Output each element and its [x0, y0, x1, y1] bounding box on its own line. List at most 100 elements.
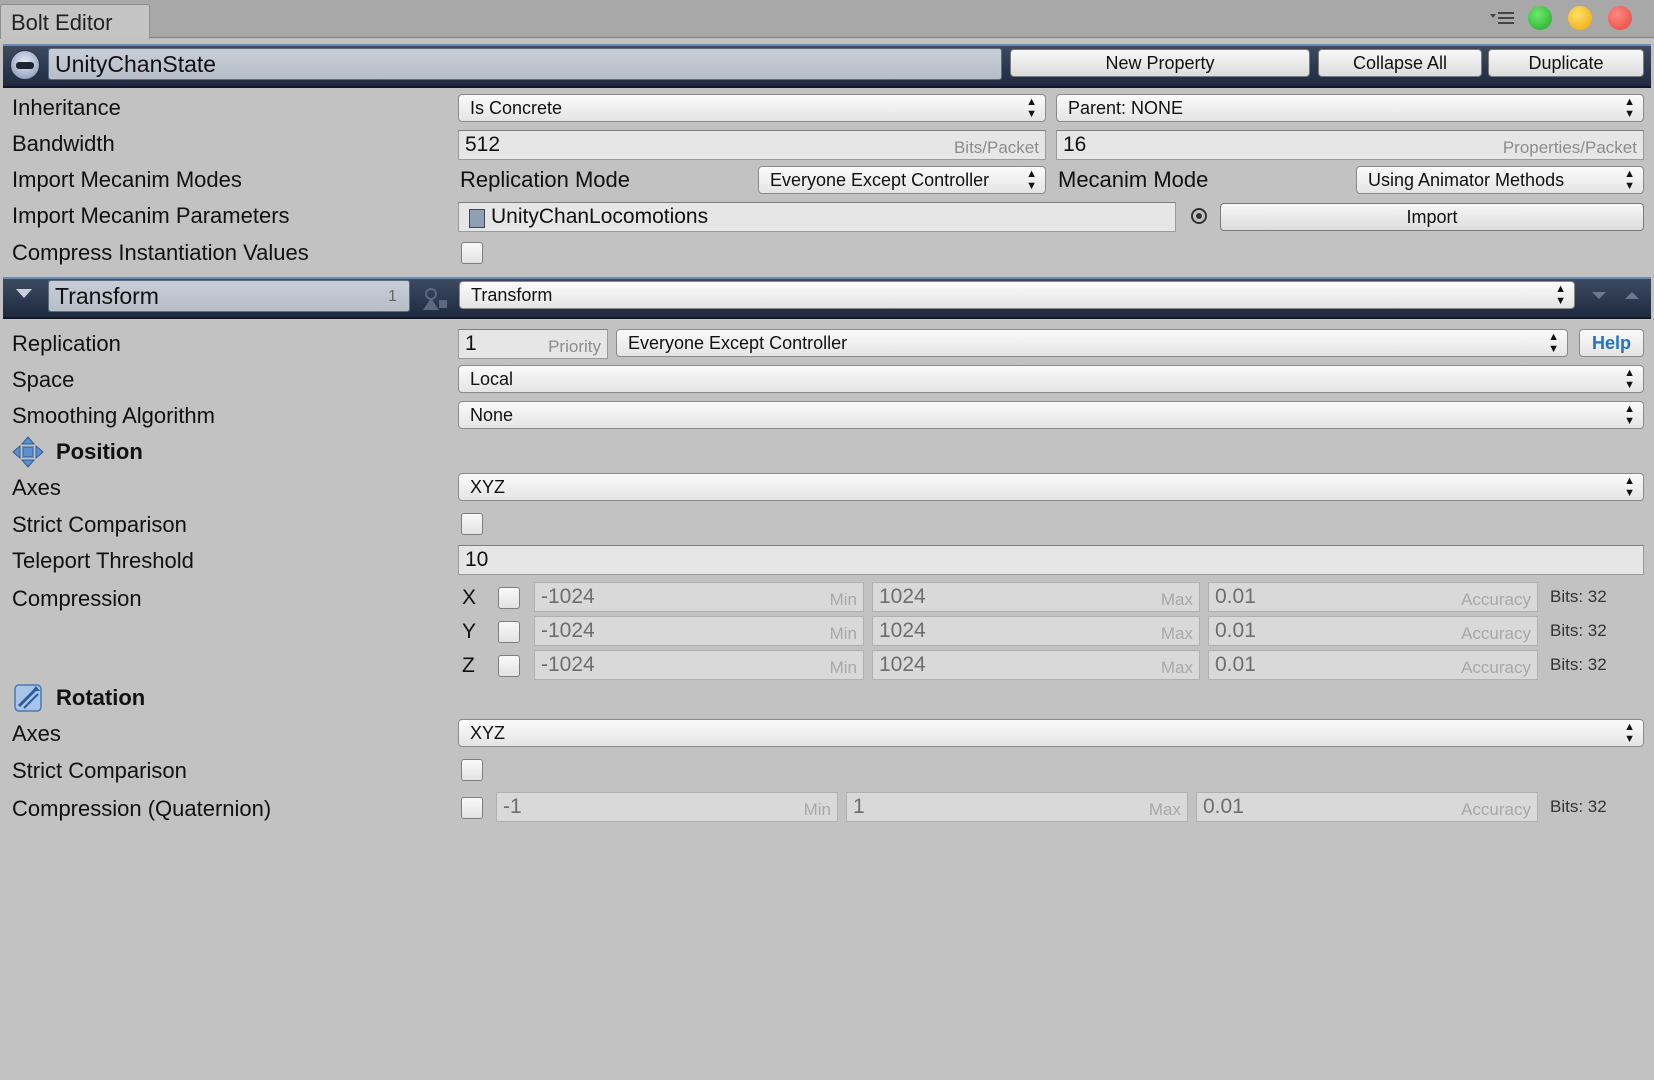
- window-titlebar: [0, 0, 1654, 38]
- position-axes-value: XYZ: [470, 477, 506, 497]
- smoothing-algorithm-dropdown[interactable]: None ▲ ▼: [458, 401, 1644, 429]
- position-compression-label: Compression: [12, 586, 142, 611]
- compress-instantiation-checkbox[interactable]: [461, 242, 483, 264]
- position-axes-dropdown[interactable]: XYZ ▲ ▼: [458, 473, 1644, 501]
- axis-z-bits: Bits: 32: [1550, 655, 1607, 674]
- max-hint: Max: [1160, 658, 1193, 677]
- rotation-axes-dropdown[interactable]: XYZ ▲ ▼: [458, 719, 1644, 747]
- quaternion-min-field[interactable]: -1 Min: [496, 792, 838, 822]
- axis-z-compression-checkbox[interactable]: [498, 655, 520, 677]
- bits-per-packet-hint: Bits/Packet: [953, 138, 1039, 157]
- bits-per-packet-value: 512: [465, 133, 501, 156]
- inheritance-mode-value: Is Concrete: [470, 98, 563, 118]
- rotation-axes-value: XYZ: [470, 723, 506, 743]
- state-name-field[interactable]: UnityChanState: [48, 48, 1002, 80]
- priority-field[interactable]: 1 Priority: [458, 329, 608, 359]
- parent-dropdown[interactable]: Parent: NONE ▲ ▼: [1056, 94, 1644, 122]
- axis-y-compression-checkbox[interactable]: [498, 621, 520, 643]
- inheritance-mode-dropdown[interactable]: Is Concrete ▲ ▼: [458, 94, 1046, 122]
- axis-y-label: Y: [462, 620, 477, 643]
- replication-mode-value: Everyone Except Controller: [770, 170, 990, 190]
- axis-y-max-field[interactable]: 1024 Max: [872, 616, 1200, 646]
- dropdown-arrows-icon: ▲ ▼: [1624, 168, 1635, 192]
- rotation-strict-comparison-label: Strict Comparison: [12, 758, 187, 783]
- foldout-arrow-icon[interactable]: [16, 289, 32, 298]
- mecanim-mode-value: Using Animator Methods: [1368, 170, 1565, 190]
- import-mecanim-modes-label: Import Mecanim Modes: [12, 167, 242, 192]
- close-window-button[interactable]: [1608, 6, 1632, 30]
- max-hint: Max: [1160, 590, 1193, 609]
- state-asset-icon: [10, 50, 40, 80]
- mecanim-mode-dropdown[interactable]: Using Animator Methods ▲ ▼: [1356, 166, 1644, 194]
- smoothing-algorithm-label: Smoothing Algorithm: [12, 403, 215, 428]
- axis-x-accuracy-value: 0.01: [1215, 585, 1256, 608]
- dropdown-arrows-icon: ▲ ▼: [1624, 367, 1635, 391]
- min-hint: Min: [803, 800, 831, 819]
- axis-y-accuracy-field[interactable]: 0.01 Accuracy: [1208, 616, 1538, 646]
- axis-y-max-value: 1024: [879, 619, 926, 642]
- dropdown-arrows-icon: ▲ ▼: [1624, 96, 1635, 120]
- max-hint: Max: [1160, 624, 1193, 643]
- property-index: 1: [388, 288, 397, 305]
- min-hint: Min: [829, 624, 857, 643]
- axis-y-min-field[interactable]: -1024 Min: [534, 616, 864, 646]
- object-picker-icon[interactable]: [1191, 208, 1207, 224]
- quaternion-min-value: -1: [503, 795, 522, 818]
- quaternion-compression-label: Compression (Quaternion): [12, 796, 272, 821]
- animator-controller-field[interactable]: UnityChanLocomotions: [458, 202, 1176, 232]
- axis-x-min-field[interactable]: -1024 Min: [534, 582, 864, 612]
- properties-per-packet-value: 16: [1063, 133, 1087, 156]
- space-label: Space: [12, 367, 75, 392]
- axis-z-min-field[interactable]: -1024 Min: [534, 650, 864, 680]
- menu-icon[interactable]: [1488, 8, 1518, 28]
- new-property-button[interactable]: New Property: [1010, 49, 1310, 77]
- min-hint: Min: [829, 658, 857, 677]
- quaternion-accuracy-field[interactable]: 0.01 Accuracy: [1196, 792, 1538, 822]
- editor-tab[interactable]: Bolt Editor: [0, 4, 150, 39]
- replication-target-dropdown[interactable]: Everyone Except Controller ▲ ▼: [616, 329, 1568, 357]
- quaternion-max-field[interactable]: 1 Max: [846, 792, 1188, 822]
- rotation-header: Rotation: [56, 685, 146, 710]
- dropdown-arrows-icon: ▲ ▼: [1624, 403, 1635, 427]
- duplicate-button[interactable]: Duplicate: [1488, 49, 1644, 77]
- bits-per-packet-field[interactable]: 512 Bits/Packet: [458, 130, 1046, 160]
- axis-z-max-field[interactable]: 1024 Max: [872, 650, 1200, 680]
- minimize-window-button[interactable]: [1568, 6, 1592, 30]
- property-name-field[interactable]: Transform: [48, 280, 410, 312]
- max-hint: Max: [1148, 800, 1181, 819]
- axis-z-accuracy-field[interactable]: 0.01 Accuracy: [1208, 650, 1538, 680]
- help-button[interactable]: Help: [1579, 329, 1644, 357]
- axis-y-bits: Bits: 32: [1550, 621, 1607, 640]
- property-type-dropdown[interactable]: Transform ▲ ▼: [459, 281, 1575, 309]
- teleport-threshold-field[interactable]: 10: [458, 545, 1644, 575]
- rotation-strict-comparison-checkbox[interactable]: [461, 759, 483, 781]
- collapse-all-button[interactable]: Collapse All: [1318, 49, 1482, 77]
- position-strict-comparison-label: Strict Comparison: [12, 512, 187, 537]
- quaternion-max-value: 1: [853, 795, 865, 818]
- axis-x-max-value: 1024: [879, 585, 926, 608]
- zoom-window-button[interactable]: [1528, 6, 1552, 30]
- axis-x-label: X: [462, 586, 477, 609]
- space-dropdown[interactable]: Local ▲ ▼: [458, 365, 1644, 393]
- move-down-icon[interactable]: [1592, 292, 1606, 299]
- replication-mode-dropdown[interactable]: Everyone Except Controller ▲ ▼: [758, 166, 1046, 194]
- space-value: Local: [470, 369, 514, 389]
- teleport-threshold-value: 10: [465, 548, 489, 571]
- quaternion-compression-checkbox[interactable]: [461, 797, 483, 819]
- import-button[interactable]: Import: [1220, 203, 1644, 231]
- dropdown-arrows-icon: ▲ ▼: [1548, 331, 1559, 355]
- priority-hint: Priority: [548, 337, 601, 356]
- quaternion-bits: Bits: 32: [1550, 797, 1607, 816]
- axis-x-accuracy-field[interactable]: 0.01 Accuracy: [1208, 582, 1538, 612]
- position-strict-comparison-checkbox[interactable]: [461, 513, 483, 535]
- axis-x-max-field[interactable]: 1024 Max: [872, 582, 1200, 612]
- accuracy-hint: Accuracy: [1461, 658, 1531, 677]
- dropdown-arrows-icon: ▲ ▼: [1624, 721, 1635, 745]
- axis-x-compression-checkbox[interactable]: [498, 587, 520, 609]
- move-up-icon[interactable]: [1625, 292, 1639, 299]
- properties-per-packet-field[interactable]: 16 Properties/Packet: [1056, 130, 1644, 160]
- priority-value: 1: [465, 332, 477, 355]
- move-arrows-icon: [12, 436, 44, 468]
- controller-filter-icon[interactable]: [417, 284, 451, 312]
- position-axes-label: Axes: [12, 475, 61, 500]
